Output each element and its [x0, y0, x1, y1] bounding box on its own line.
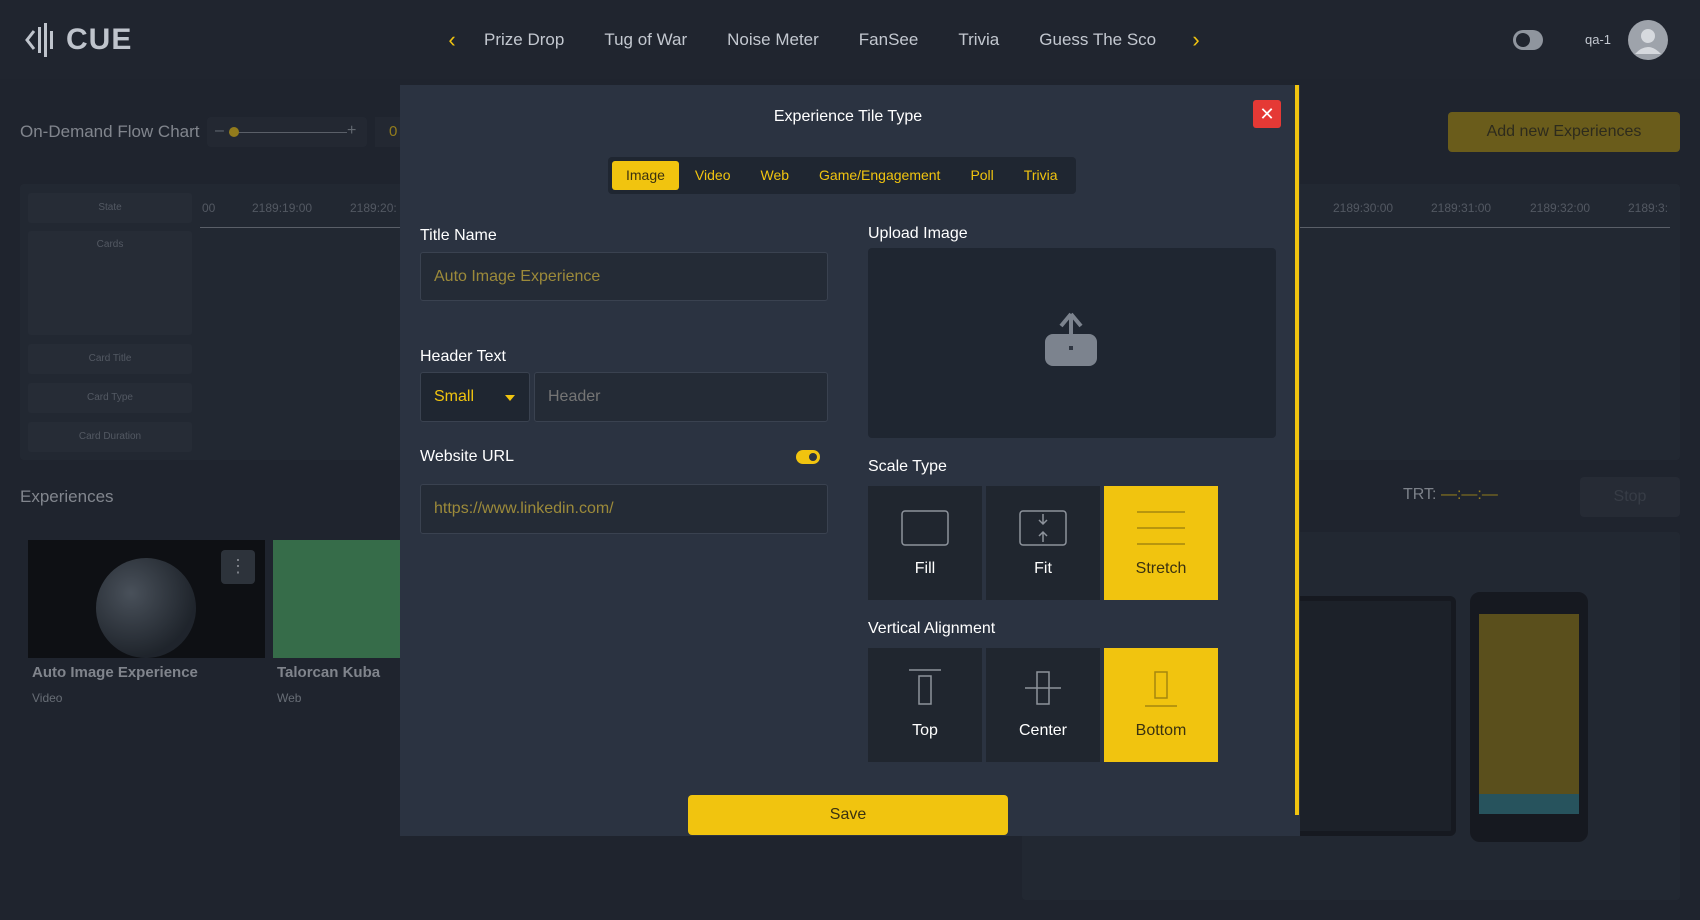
time-tick: 2189:3: — [1628, 201, 1669, 215]
trt-value: —:—:— — [1440, 486, 1498, 503]
title-name-input[interactable]: Auto Image Experience — [420, 252, 828, 301]
time-tick: 00 — [202, 201, 216, 215]
row-label-card-duration: Card Duration — [28, 422, 192, 452]
experiences-title: Experiences — [20, 487, 114, 506]
time-tick: 2189:20: — [350, 201, 397, 215]
scale-option-fit[interactable]: Fit — [986, 486, 1100, 600]
tab-game-engagement[interactable]: Game/Engagement — [805, 161, 954, 190]
zoom-in-icon[interactable]: + — [347, 122, 356, 140]
time-tick: 2189:31:00 — [1431, 201, 1492, 215]
nav-item-tug-of-war[interactable]: Tug of War — [584, 24, 707, 56]
time-tick: 2189:30:00 — [1333, 201, 1394, 215]
earth-image — [96, 558, 196, 658]
align-top-icon — [909, 669, 941, 705]
user-name: qa-1 — [1585, 32, 1612, 47]
theme-toggle[interactable] — [1513, 30, 1543, 50]
nav-prev-icon[interactable]: ‹ — [440, 24, 464, 56]
experience-card-type: Video — [32, 691, 63, 705]
flow-chart-title: On-Demand Flow Chart — [20, 122, 200, 141]
align-center-icon — [1025, 671, 1061, 705]
tab-video[interactable]: Video — [681, 161, 745, 190]
modal-scrollbar[interactable] — [1295, 85, 1299, 815]
title-name-label: Title Name — [420, 227, 497, 244]
tab-poll[interactable]: Poll — [956, 161, 1007, 190]
slider-handle[interactable] — [229, 127, 239, 137]
row-label-cards: Cards — [28, 231, 192, 335]
website-url-input[interactable]: https://www.linkedin.com/ — [420, 484, 828, 534]
trt-readout: TRT: —:—:— — [1403, 486, 1498, 504]
trt-label: TRT: — [1403, 486, 1437, 503]
nav-item-noise-meter[interactable]: Noise Meter — [707, 24, 839, 56]
align-option-top[interactable]: Top — [868, 648, 982, 762]
row-label-card-title: Card Title — [28, 344, 192, 374]
top-nav: ‹ Prize Drop Tug of War Noise Meter FanS… — [440, 24, 1208, 56]
experience-card-thumbnail[interactable] — [273, 540, 403, 658]
time-tick: 2189:32:00 — [1530, 201, 1591, 215]
website-url-label: Website URL — [420, 448, 514, 465]
image-upload-dropzone[interactable] — [868, 248, 1276, 438]
modal-title: Experience Tile Type — [773, 108, 923, 125]
align-bottom-icon — [1145, 671, 1177, 707]
upload-image-label: Upload Image — [868, 225, 968, 242]
scale-type-label: Scale Type — [868, 458, 947, 475]
header-input[interactable] — [534, 372, 828, 422]
align-option-center[interactable]: Center — [986, 648, 1100, 762]
stop-button[interactable]: Stop — [1580, 477, 1680, 517]
zoom-out-icon[interactable]: – — [215, 122, 224, 140]
scale-option-fill[interactable]: Fill — [868, 486, 982, 600]
experience-card-title: Auto Image Experience — [32, 664, 198, 681]
row-label-state: State — [28, 193, 192, 223]
tab-web[interactable]: Web — [746, 161, 803, 190]
scale-option-stretch[interactable]: Stretch — [1104, 486, 1218, 600]
tile-type-tabs: Image Video Web Game/Engagement Poll Tri… — [608, 157, 1076, 194]
experience-card-title: Talorcan Kuba — [277, 664, 381, 681]
chevron-down-icon — [505, 395, 515, 401]
nav-item-prize-drop[interactable]: Prize Drop — [464, 24, 584, 56]
user-icon — [1635, 29, 1661, 54]
tab-trivia[interactable]: Trivia — [1010, 161, 1072, 190]
header-size-value: Small — [434, 388, 475, 405]
fit-icon — [1019, 510, 1067, 546]
header-size-select[interactable]: Small — [420, 372, 530, 422]
row-label-card-type: Card Type — [28, 383, 192, 413]
close-icon[interactable]: ✕ — [1253, 100, 1281, 128]
nav-item-fansee[interactable]: FanSee — [839, 24, 939, 56]
fill-icon — [901, 510, 949, 546]
avatar[interactable] — [1628, 20, 1668, 60]
add-experience-button[interactable]: Add new Experiences — [1448, 112, 1680, 152]
phone-preview — [1470, 592, 1588, 842]
website-url-toggle[interactable] — [796, 450, 820, 464]
tab-image[interactable]: Image — [612, 161, 679, 190]
stretch-icon — [1137, 511, 1185, 545]
nav-item-trivia[interactable]: Trivia — [938, 24, 1019, 56]
nav-next-icon[interactable]: › — [1184, 24, 1208, 56]
zoom-slider[interactable]: – + — [207, 117, 367, 147]
save-button[interactable]: Save — [688, 795, 1008, 835]
experience-card-thumbnail[interactable]: ⋮ — [28, 540, 265, 658]
logo-text: CUE — [66, 23, 133, 56]
nav-item-guess-the-score[interactable]: Guess The Sco — [1019, 24, 1176, 56]
upload-icon — [1045, 312, 1097, 366]
experience-card-type: Web — [277, 691, 302, 705]
align-option-bottom[interactable]: Bottom — [1104, 648, 1218, 762]
header-text-label: Header Text — [420, 348, 506, 365]
logo[interactable]: CUE — [24, 20, 132, 60]
time-tick: 2189:19:00 — [252, 201, 313, 215]
cue-logo-icon — [25, 23, 53, 57]
moon-icon — [1516, 33, 1530, 47]
kebab-menu-icon[interactable]: ⋮ — [221, 550, 255, 584]
vertical-alignment-label: Vertical Alignment — [868, 620, 996, 637]
